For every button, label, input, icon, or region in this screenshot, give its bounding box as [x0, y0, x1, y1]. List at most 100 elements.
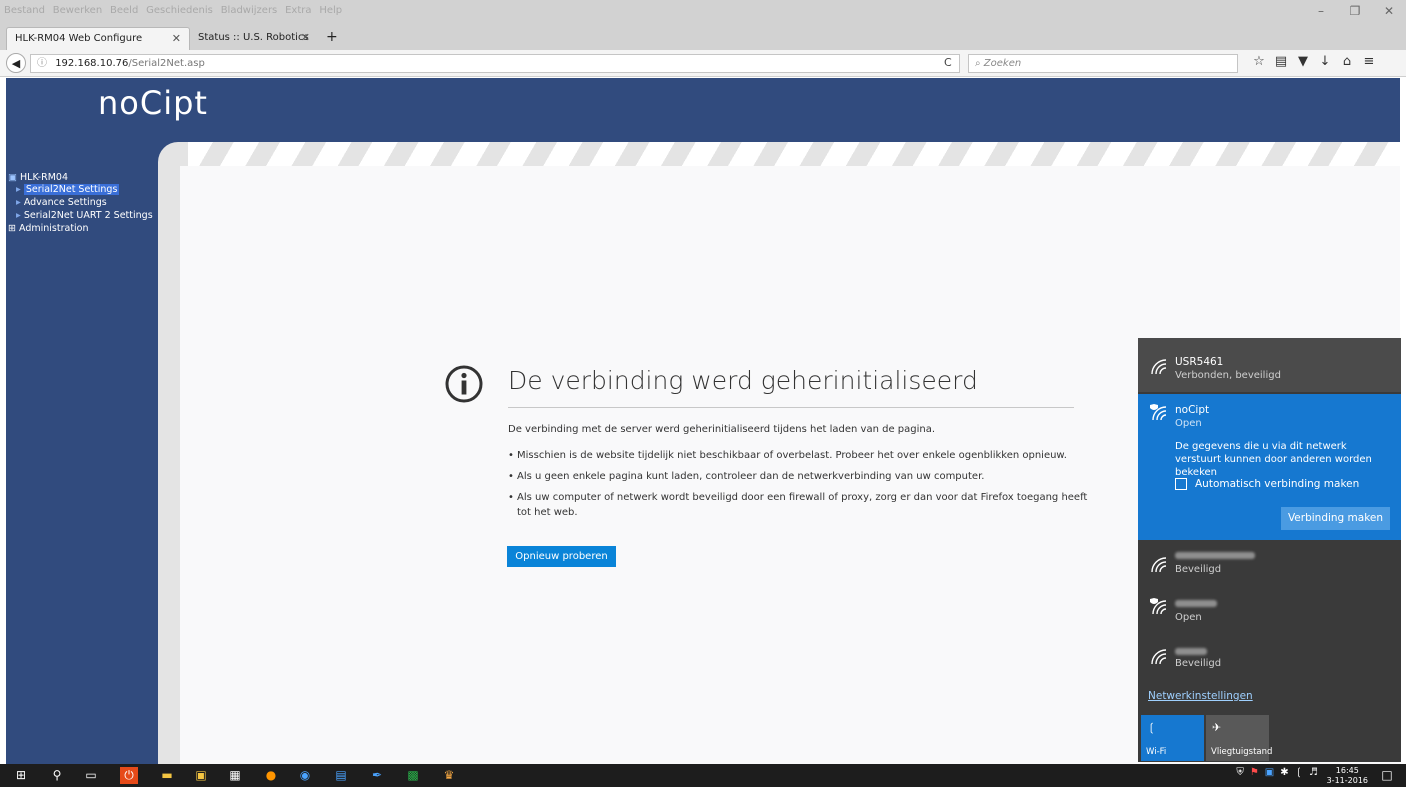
tab-hlk-rm04[interactable]: HLK-RM04 Web Configure ✕ [6, 27, 190, 50]
wifi-signal-icon [1151, 649, 1167, 665]
hamburger-menu-icon[interactable]: ≡ [1358, 54, 1380, 69]
network-users-icon[interactable]: ♛ [440, 767, 458, 784]
menu-beeld[interactable]: Beeld [110, 0, 138, 22]
file-explorer-icon[interactable]: ▬ [158, 767, 176, 784]
error-description: De verbinding met de server werd geherin… [508, 424, 936, 435]
clock-date: 3-11-2016 [1326, 776, 1368, 785]
tree-root-hlk-rm04[interactable]: ▣ HLK-RM04 [8, 172, 68, 183]
power-app-icon[interactable]: ⏻ [120, 767, 138, 784]
home-icon[interactable]: ⌂ [1336, 54, 1358, 69]
wifi-tray-icon[interactable]: ❲ [1295, 767, 1303, 778]
redacted-network-name [1175, 648, 1207, 655]
url-bar[interactable]: ⓘ 192.168.10.76/Serial2Net.asp [30, 54, 960, 73]
wifi-toggle-tile[interactable]: ❲ Wi-Fi [1141, 715, 1204, 761]
search-icon: ⌕ [975, 58, 981, 69]
tree-label: Advance Settings [23, 197, 107, 208]
action-center-icon[interactable]: □ [1378, 767, 1396, 784]
network-name: USR5461 [1175, 356, 1224, 368]
network-status: Verbonden, beveiligd [1175, 370, 1281, 381]
wifi-icon: ❲ [1147, 721, 1157, 734]
site-logo: noCipt [98, 84, 208, 122]
search-placeholder: Zoeken [983, 58, 1022, 69]
redacted-network-name [1175, 600, 1217, 607]
window-controls: – ❐ ✕ [1304, 0, 1406, 22]
close-window-button[interactable]: ✕ [1372, 0, 1406, 22]
expand-plus-icon[interactable]: ⊞ [8, 223, 16, 234]
calculator-icon[interactable]: ▦ [226, 767, 244, 784]
network-item-nocipt[interactable]: noCipt Open De gegevens die u via dit ne… [1138, 394, 1401, 540]
auto-connect-checkbox[interactable] [1175, 478, 1187, 490]
app-tray-icon[interactable]: ▣ [1265, 767, 1274, 778]
firefox-icon[interactable]: ● [262, 767, 280, 784]
tree-label: Serial2Net Settings [23, 184, 120, 195]
tree-label: Administration [19, 223, 89, 234]
tile-label: Wi-Fi [1146, 747, 1167, 757]
clock[interactable]: 16:45 3-11-2016 [1327, 766, 1368, 786]
task-view-icon[interactable]: ▭ [82, 767, 100, 784]
close-tab-icon[interactable]: ✕ [172, 28, 181, 50]
tree-item-serial2net-settings[interactable]: ▸ Serial2Net Settings [16, 184, 120, 195]
wifi-flyout: USR5461 Verbonden, beveiligd noCipt Open… [1138, 338, 1401, 762]
pen-app-icon[interactable]: ✒ [368, 767, 386, 784]
network-app-icon[interactable]: ◉ [296, 767, 314, 784]
network-item-usr5461[interactable]: USR5461 Verbonden, beveiligd [1138, 338, 1401, 392]
reading-list-icon[interactable]: ▤ [1270, 54, 1292, 69]
shield-icon[interactable]: ⛨ [1236, 767, 1244, 778]
clock-time: 16:45 [1335, 766, 1359, 775]
search-bar[interactable]: ⌕ Zoeken [968, 54, 1238, 73]
download-icon[interactable]: ↓ [1314, 54, 1336, 69]
tree-item-serial2net-uart2[interactable]: ▸ Serial2Net UART 2 Settings [16, 210, 153, 221]
back-arrow-icon[interactable]: ◀ [6, 53, 26, 73]
navigation-bar: ◀ ⓘ 192.168.10.76/Serial2Net.asp C ⌕ Zoe… [0, 50, 1406, 77]
restore-button[interactable]: ❐ [1338, 0, 1372, 22]
start-windows-icon[interactable]: ⊞ [12, 767, 30, 784]
minimize-button[interactable]: – [1304, 0, 1338, 22]
tree-item-administration[interactable]: ⊞ Administration [8, 223, 89, 234]
tree-label: Serial2Net UART 2 Settings [23, 210, 153, 221]
menu-help[interactable]: Help [319, 0, 342, 22]
retry-button[interactable]: Opnieuw proberen [507, 546, 616, 567]
menu-bestand[interactable]: Bestand [4, 0, 45, 22]
menu-geschiedenis[interactable]: Geschiedenis [146, 0, 213, 22]
wifi-open-shield-icon [1150, 598, 1167, 615]
device-icon: ▣ [8, 172, 17, 183]
decorative-stripes [188, 142, 1400, 166]
network-name: noCipt [1175, 404, 1210, 416]
flag-icon[interactable]: ⚑ [1250, 767, 1259, 778]
document-folder-icon[interactable]: ▣ [192, 767, 210, 784]
menu-bewerken[interactable]: Bewerken [53, 0, 102, 22]
connect-button[interactable]: Verbinding maken [1281, 507, 1390, 530]
airplane-mode-tile[interactable]: ✈ Vliegtuigstand [1206, 715, 1273, 761]
system-tray: ⛨ ⚑ ▣ ✱ ❲ ♬ [1230, 767, 1318, 778]
tile-label: Vliegtuigstand [1211, 747, 1273, 757]
menu-bladwijzers[interactable]: Bladwijzers [221, 0, 278, 22]
spreadsheet-app-icon[interactable]: ▩ [404, 767, 422, 784]
close-tab-icon[interactable]: ✕ [301, 27, 310, 49]
auto-connect-label[interactable]: Automatisch verbinding maken [1195, 478, 1359, 490]
network-item-hidden-3[interactable]: Beveiligd [1138, 638, 1401, 684]
volume-icon[interactable]: ♬ [1309, 767, 1318, 778]
network-status: Beveiligd [1175, 658, 1222, 669]
network-item-hidden-1[interactable]: Beveiligd [1138, 542, 1401, 588]
reload-icon[interactable]: C [944, 56, 952, 69]
airplane-icon: ✈ [1212, 721, 1222, 734]
bluetooth-icon[interactable]: ✱ [1280, 767, 1288, 778]
network-status: Open [1175, 612, 1202, 623]
tree-item-advance-settings[interactable]: ▸ Advance Settings [16, 197, 107, 208]
new-tab-button[interactable]: + [320, 27, 344, 50]
suggestion-item: Als uw computer of netwerk wordt beveili… [508, 490, 1088, 520]
document-app-icon[interactable]: ▤ [332, 767, 350, 784]
network-settings-link[interactable]: Netwerkinstellingen [1148, 690, 1253, 702]
bookmark-star-icon[interactable]: ☆ [1248, 54, 1270, 69]
menu-extra[interactable]: Extra [285, 0, 311, 22]
search-icon[interactable]: ⚲ [48, 767, 66, 784]
info-icon[interactable]: ⓘ [37, 58, 47, 69]
wifi-signal-icon [1151, 359, 1167, 375]
divider [508, 407, 1074, 408]
tree-arrow-icon: ▸ [16, 197, 21, 208]
tab-label: HLK-RM04 Web Configure [15, 33, 143, 44]
network-item-hidden-2[interactable]: Open [1138, 590, 1401, 636]
pocket-icon[interactable]: ▼ [1292, 54, 1314, 69]
tab-status-usr[interactable]: Status :: U.S. Robotics 5461 Ro... ✕ [190, 27, 318, 65]
suggestion-item: Als u geen enkele pagina kunt laden, con… [508, 469, 1088, 484]
